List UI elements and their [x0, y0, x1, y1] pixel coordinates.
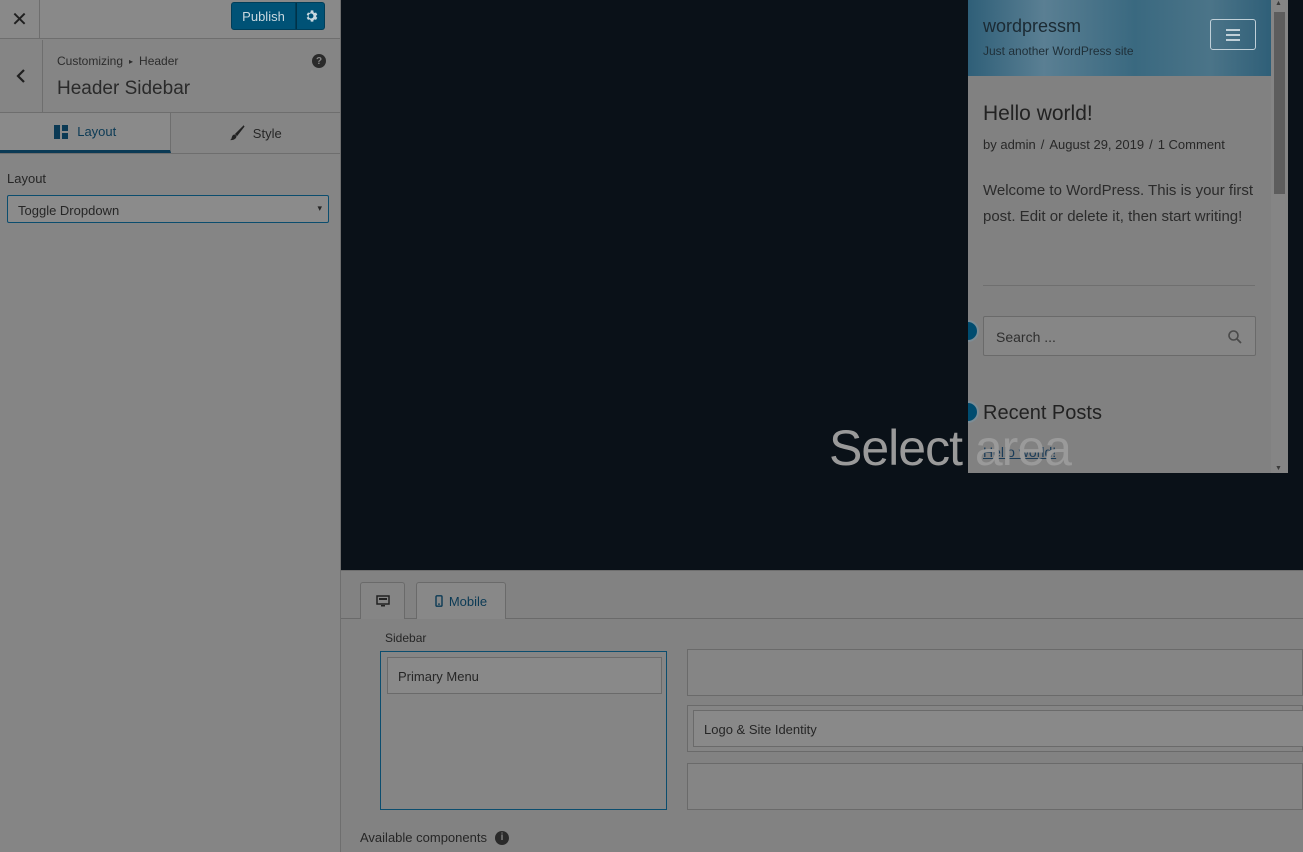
main-row-drop-zone[interactable]: Logo & Site Identity	[687, 705, 1303, 752]
bottom-row-drop-zone[interactable]	[687, 763, 1303, 810]
tab-layout[interactable]: Layout	[0, 113, 171, 153]
publish-button[interactable]: Publish	[231, 2, 296, 30]
site-tagline: Just another WordPress site	[983, 44, 1134, 58]
mobile-icon	[435, 595, 443, 607]
device-tabs: Mobile	[341, 571, 1303, 619]
hamburger-line	[1226, 33, 1240, 36]
site-title[interactable]: wordpressm	[983, 16, 1081, 37]
sidebar-zone-label: Sidebar	[385, 631, 427, 645]
gear-icon	[306, 10, 317, 22]
section-tabs: Layout Style	[0, 113, 340, 154]
post-excerpt: Welcome to WordPress. This is your first…	[983, 182, 1254, 225]
post-author[interactable]: by admin	[983, 137, 1036, 152]
layout-select-value: Toggle Dropdown	[18, 203, 120, 218]
tab-mobile[interactable]: Mobile	[416, 582, 506, 619]
post-title[interactable]: Hello world!	[983, 102, 1093, 126]
hamburger-icon	[1226, 28, 1240, 31]
edit-shortcut-icon[interactable]	[968, 320, 979, 342]
preview-scrollbar[interactable]: ▲ ▼	[1271, 0, 1288, 473]
publish-group: Publish	[231, 2, 325, 30]
tab-style[interactable]: Style	[171, 113, 341, 153]
publish-settings-button[interactable]	[296, 2, 325, 30]
breadcrumb: Customizing ▸ Header	[57, 54, 178, 68]
customizer-sidebar: ✕ Publish Customizing ▸ Header Header Si…	[0, 0, 341, 852]
breadcrumb-parent: Header	[139, 54, 179, 68]
post-comments[interactable]: 1 Comment	[1158, 137, 1225, 152]
customizer-topbar: ✕ Publish	[0, 0, 340, 39]
scroll-down-icon[interactable]: ▼	[1275, 465, 1282, 472]
breadcrumb-separator-icon: ▸	[129, 56, 134, 66]
tab-layout-label: Layout	[77, 124, 117, 139]
layout-select[interactable]: Toggle Dropdown ▾	[7, 195, 329, 223]
help-icon[interactable]: ?	[312, 54, 326, 68]
desktop-icon	[375, 594, 390, 606]
meta-separator: /	[1040, 137, 1045, 152]
chevron-down-icon: ▾	[317, 203, 322, 213]
search-icon[interactable]	[1227, 329, 1243, 345]
tab-style-label: Style	[252, 125, 282, 141]
site-preview: wordpressm Just another WordPress site H…	[341, 0, 1303, 570]
available-components-label: Available components	[360, 830, 487, 845]
close-icon: ✕	[11, 9, 28, 31]
tab-desktop[interactable]	[360, 582, 405, 619]
post-divider	[983, 285, 1255, 286]
close-customizer-button[interactable]: ✕	[0, 0, 40, 39]
available-components: Available components i	[360, 830, 509, 845]
breadcrumb-root: Customizing	[57, 54, 124, 68]
chevron-left-icon	[16, 69, 25, 83]
post-meta: by admin / August 29, 2019 / 1 Comment	[983, 137, 1225, 152]
layout-icon	[54, 124, 69, 139]
brush-icon	[229, 125, 245, 141]
post-date[interactable]: August 29, 2019	[1049, 137, 1144, 152]
site-header: wordpressm Just another WordPress site	[968, 0, 1271, 76]
info-icon[interactable]: i	[494, 830, 509, 845]
sidebar-drop-zone[interactable]: Primary Menu	[380, 651, 667, 810]
section-header: Customizing ▸ Header Header Sidebar ?	[0, 40, 340, 113]
back-button[interactable]	[0, 40, 43, 112]
layout-field-label: Layout	[7, 171, 47, 186]
select-area-overlay: Select area	[829, 420, 1072, 476]
scroll-thumb[interactable]	[1274, 12, 1285, 194]
component-logo-site-identity[interactable]: Logo & Site Identity	[693, 710, 1303, 747]
mobile-preview-frame: wordpressm Just another WordPress site H…	[968, 0, 1288, 473]
section-title: Header Sidebar	[57, 78, 191, 99]
tab-mobile-label: Mobile	[448, 593, 488, 609]
scroll-up-icon[interactable]: ▲	[1275, 0, 1282, 7]
hamburger-line	[1226, 38, 1240, 41]
header-builder: Mobile Sidebar Primary Menu Logo & Site …	[341, 570, 1303, 852]
menu-toggle-button[interactable]	[1210, 19, 1256, 50]
search-widget[interactable]: Search ...	[983, 316, 1256, 356]
meta-separator: /	[1149, 137, 1153, 152]
search-input[interactable]: Search ...	[996, 329, 1056, 345]
component-primary-menu[interactable]: Primary Menu	[387, 657, 662, 694]
top-row-drop-zone[interactable]	[687, 649, 1303, 696]
